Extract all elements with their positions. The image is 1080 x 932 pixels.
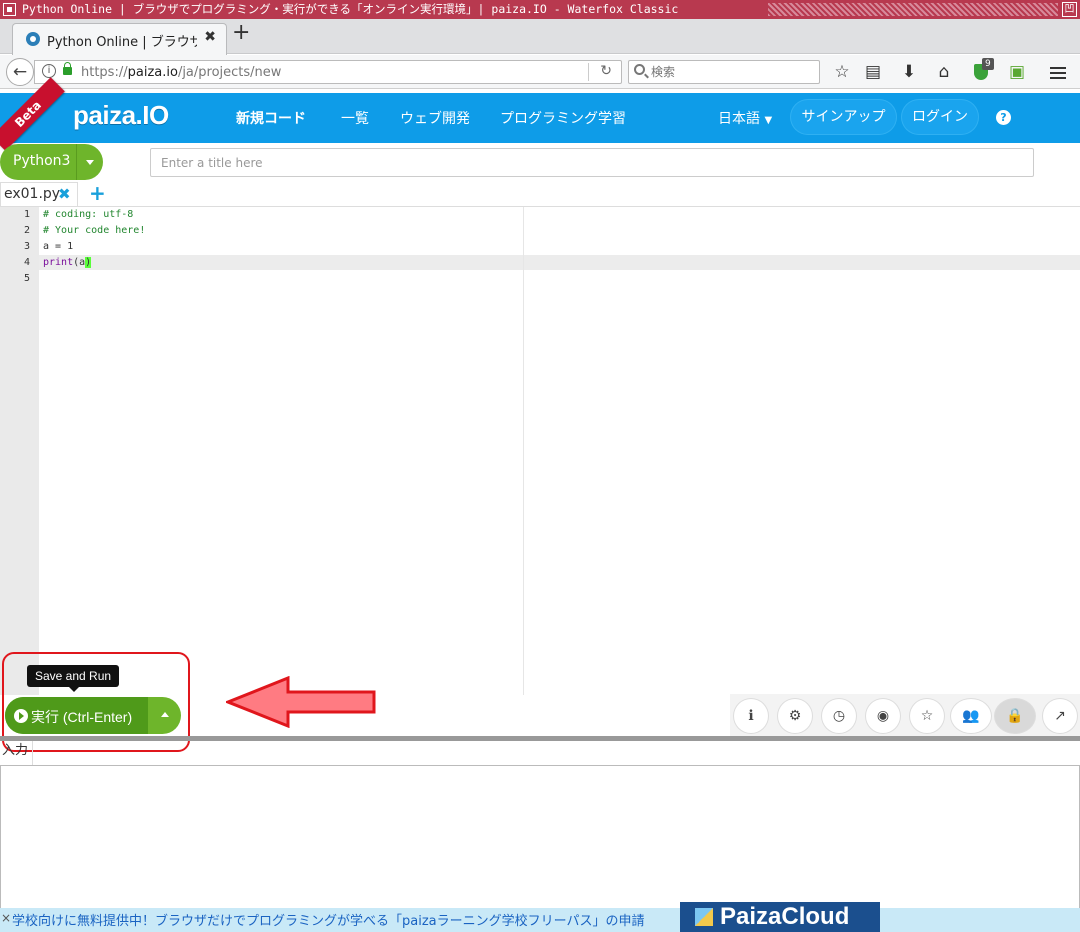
nav-list[interactable]: 一覧: [341, 108, 369, 128]
stdin-input[interactable]: [0, 765, 1080, 909]
button-split-divider: [76, 144, 77, 180]
line-number: 5: [23, 273, 30, 284]
paizacloud-cube-icon: [695, 908, 713, 926]
paiza-favicon-icon: [26, 32, 40, 46]
hamburger-menu-icon[interactable]: [1047, 61, 1069, 83]
paizacloud-banner[interactable]: PaizaCloud: [680, 902, 880, 932]
close-file-icon[interactable]: ✖: [58, 183, 71, 205]
window-title: Python Online | ブラウザでプログラミング・実行ができる「オンライ…: [22, 2, 679, 16]
login-button[interactable]: ログイン: [901, 99, 979, 135]
window-title-bar: Python Online | ブラウザでプログラミング・実行ができる「オンライ…: [0, 0, 1080, 19]
print-margin: [523, 207, 524, 695]
add-file-icon[interactable]: +: [89, 181, 106, 205]
tab-strip: Python Online | ブラウザ ✖: [0, 19, 1080, 55]
nav-new-code[interactable]: 新規コード: [236, 108, 306, 128]
paizacloud-label: PaizaCloud: [720, 903, 850, 930]
settings-gear-icon[interactable]: ⚙: [778, 699, 812, 733]
search-bar[interactable]: [628, 60, 820, 84]
caret-down-icon[interactable]: [86, 160, 94, 165]
nav-web-dev[interactable]: ウェブ開発: [400, 108, 470, 128]
extension-icon[interactable]: ▣: [1006, 61, 1028, 83]
language-label: Python3: [13, 153, 71, 169]
close-tab-icon[interactable]: ✖: [204, 29, 216, 45]
code-keyword: print: [43, 257, 74, 268]
active-line-highlight: [39, 255, 1080, 270]
language-dropdown[interactable]: 日本語 ▼: [718, 108, 772, 128]
help-icon[interactable]: ?: [996, 110, 1011, 125]
line-number: 3: [23, 241, 30, 252]
tab-title: Python Online | ブラウザ: [47, 35, 197, 50]
panel-splitter[interactable]: [0, 736, 1080, 741]
language-select-button[interactable]: Python3: [0, 144, 103, 180]
code-line[interactable]: # Your code here!: [43, 225, 145, 236]
language-label: 日本語: [718, 111, 760, 127]
search-input[interactable]: [651, 63, 811, 81]
code-line[interactable]: a = 1: [43, 241, 73, 252]
line-number: 2: [23, 225, 30, 236]
url-text[interactable]: https://paiza.io/ja/projects/new: [81, 65, 281, 80]
code-line[interactable]: # coding: utf-8: [43, 209, 133, 220]
file-tab-label: ex01.py: [4, 186, 61, 202]
users-share-icon[interactable]: 👥: [951, 699, 991, 733]
github-icon[interactable]: ◉: [866, 699, 900, 733]
url-bar-separator: [588, 63, 589, 81]
history-clock-icon[interactable]: ◷: [822, 699, 856, 733]
home-icon[interactable]: ⌂: [933, 61, 955, 83]
project-title-input[interactable]: [150, 148, 1034, 177]
bookmark-star-icon[interactable]: ☆: [831, 61, 853, 83]
external-share-icon[interactable]: ↗: [1043, 699, 1077, 733]
caret-down-icon: ▼: [764, 115, 773, 126]
line-number-gutter: 1 2 3 4 5: [0, 207, 39, 695]
title-bar-decoration: [768, 3, 1058, 16]
footer-banner: × 学校向けに無料提供中！ブラウザだけでプログラミングが学べる「paizaラーニ…: [0, 908, 1080, 932]
search-icon: [634, 64, 645, 75]
code-line[interactable]: print(a): [43, 257, 92, 268]
page-info-icon[interactable]: i: [42, 64, 56, 78]
new-tab-button[interactable]: +: [232, 22, 250, 44]
file-tab[interactable]: ex01.py ✖: [0, 182, 78, 206]
back-button[interactable]: ←: [6, 58, 34, 86]
secure-lock-icon: [63, 62, 72, 75]
reload-icon[interactable]: ↻: [600, 63, 612, 79]
downloads-icon[interactable]: ⬇: [898, 61, 920, 83]
lock-icon[interactable]: 🔒: [995, 699, 1035, 733]
window-menu-button[interactable]: [3, 3, 16, 16]
nav-programming-learning[interactable]: プログラミング学習: [500, 108, 626, 128]
line-number: 4: [23, 257, 30, 268]
browser-tab-active[interactable]: Python Online | ブラウザ ✖: [12, 23, 227, 55]
reading-list-icon[interactable]: ▤: [862, 61, 884, 83]
favorite-star-icon[interactable]: ☆: [910, 699, 944, 733]
line-number: 1: [23, 209, 30, 220]
matched-paren: ): [85, 257, 92, 268]
code-text: a = 1: [43, 241, 74, 252]
input-tab[interactable]: 入力: [0, 741, 33, 765]
footer-promo-link[interactable]: 学校向けに無料提供中！ブラウザだけでプログラミングが学べる「paizaラーニング…: [12, 910, 680, 929]
ublock-shield-icon[interactable]: 9: [971, 58, 994, 83]
annotation-arrow: [226, 676, 376, 728]
paiza-logo[interactable]: paiza.IO: [73, 100, 169, 134]
logo-text: paiza.IO: [73, 100, 169, 130]
maximize-button[interactable]: 凹: [1062, 2, 1077, 17]
ublock-count-badge: 9: [982, 58, 994, 70]
url-bar[interactable]: i https://paiza.io/ja/projects/new ↻: [34, 60, 622, 84]
file-tabs-divider: [0, 206, 1080, 207]
signup-button[interactable]: サインアップ: [790, 99, 897, 135]
close-banner-icon[interactable]: ×: [1, 911, 11, 925]
info-icon[interactable]: ℹ: [734, 699, 768, 733]
